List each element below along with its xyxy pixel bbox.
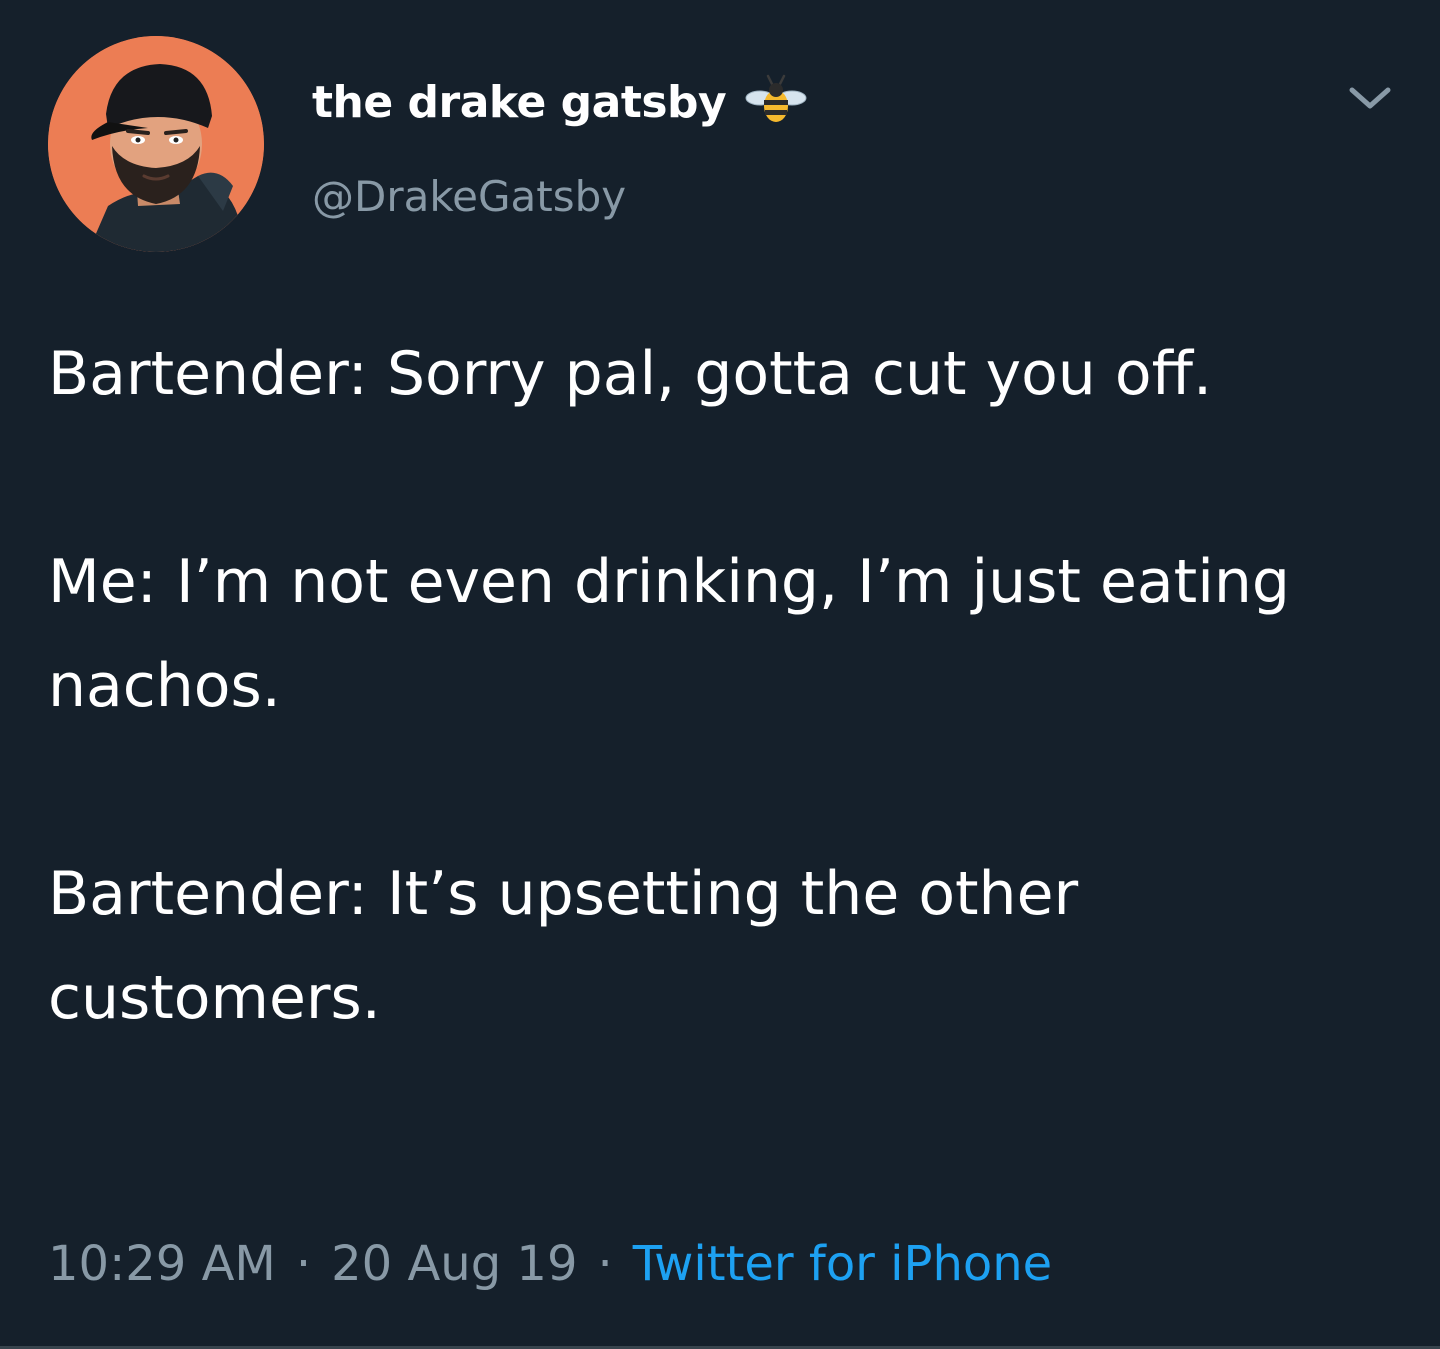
chevron-down-icon[interactable] [1344, 72, 1396, 124]
tweet-paragraph: Bartender: Sorry pal, gotta cut you off. [48, 339, 1213, 409]
author-name-row[interactable]: the drake gatsby [312, 72, 808, 132]
tweet-paragraph: Bartender: It’s upsetting the other cust… [48, 859, 1098, 1033]
avatar[interactable] [48, 36, 264, 252]
user-handle[interactable]: @DrakeGatsby [312, 172, 626, 221]
tweet-paragraph: Me: I’m not even drinking, I’m just eati… [48, 547, 1310, 721]
tweet-time[interactable]: 10:29 AM [48, 1236, 276, 1292]
tweet-text: Bartender: Sorry pal, gotta cut you off.… [48, 322, 1388, 1050]
tweet-date[interactable]: 20 Aug 19 [331, 1236, 577, 1292]
meta-separator: · [295, 1236, 312, 1292]
avatar-illustration [48, 36, 264, 252]
bee-icon [744, 70, 808, 134]
display-name[interactable]: the drake gatsby [312, 77, 727, 128]
tweet-source-link[interactable]: Twitter for iPhone [633, 1236, 1052, 1292]
meta-separator: · [597, 1236, 613, 1292]
tweet-meta: 10:29 AM · 20 Aug 19 · Twitter for iPhone [48, 1236, 1052, 1292]
tweet-card: the drake gatsby @DrakeGatsby Bartender:… [0, 0, 1440, 1349]
